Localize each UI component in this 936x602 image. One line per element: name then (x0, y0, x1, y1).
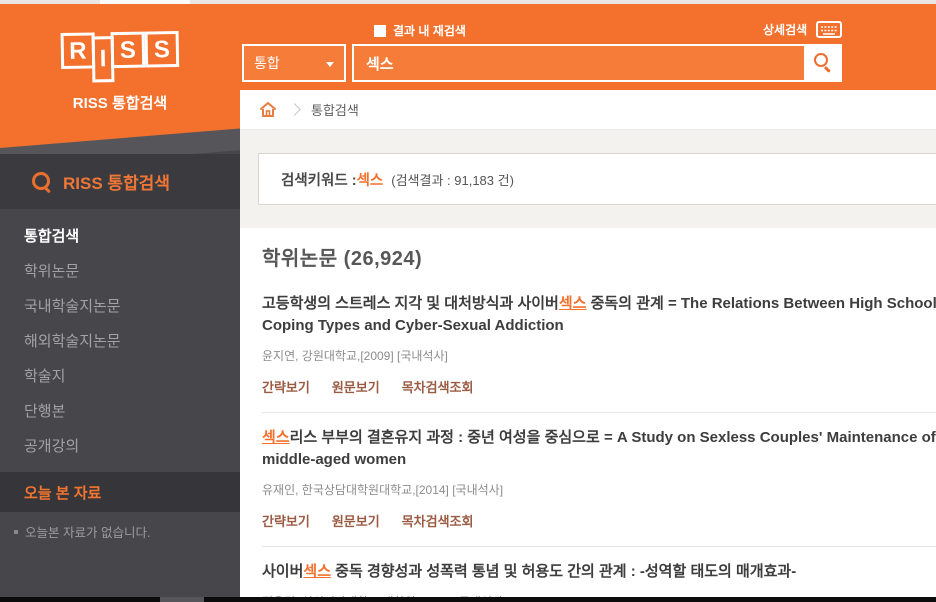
today-viewed-title: 오늘 본 자료 (24, 484, 102, 502)
result-title-line2[interactable]: Coping Types and Cyber-Sexual Addiction (262, 315, 936, 337)
brief-view-link[interactable]: 간략보기 (262, 511, 310, 530)
search-scope-value: 통합 (254, 55, 280, 71)
fulltext-view-link[interactable]: 원문보기 (332, 377, 380, 396)
toc-search-link[interactable]: 목차검색조회 (402, 511, 474, 530)
title-text: 사이버 (262, 563, 304, 580)
rescope-option[interactable]: 결과 내 재검색 (374, 22, 466, 39)
title-text: 중독의 관계 = The Relations Between High Scho… (586, 295, 936, 312)
rescope-checkbox[interactable] (374, 24, 386, 37)
title-text: 중독 경향성과 성폭력 통념 및 허용도 간의 관계 : -성역할 태도의 매개… (331, 563, 797, 580)
sidebar-search-title: RISS 통합검색 (0, 154, 240, 209)
result-item: 사이버섹스 중독 경향성과 성폭력 통념 및 허용도 간의 관계 : -성역할 … (262, 546, 936, 602)
chevron-right-icon (288, 103, 301, 116)
advanced-search-label[interactable]: 상세검색 (763, 21, 807, 38)
logo-caption: RISS 통합검색 (72, 95, 168, 112)
breadcrumb-current: 통합검색 (311, 103, 359, 118)
result-item: 고등학생의 스트레스 지각 및 대처방식과 사이버섹스 중독의 관계 = The… (262, 293, 936, 396)
rescope-label: 결과 내 재검색 (393, 24, 466, 38)
title-highlight: 섹스 (558, 295, 587, 312)
result-meta: 윤지연, 강원대학교,[2009] [국내석사] (262, 349, 448, 363)
search-input[interactable] (354, 46, 840, 80)
sidebar-item-overseas-journals[interactable]: 해외학술지논문 (0, 323, 240, 358)
home-icon[interactable] (258, 100, 278, 119)
sidebar-item-integrated-search[interactable]: 통합검색 (0, 218, 240, 253)
keyword-value: 섹스 (356, 172, 384, 189)
result-item: 섹스리스 부부의 결혼유지 과정 : 중년 여성을 중심으로 = A Study… (262, 412, 936, 530)
title-highlight: 섹스 (303, 563, 332, 580)
sidebar-item-open-lectures[interactable]: 공개강의 (0, 428, 240, 463)
chevron-down-icon (326, 62, 334, 67)
result-links: 간략보기 원문보기 목차검색조회 (262, 511, 936, 530)
today-viewed-empty-text: 오늘본 자료가 없습니다. (25, 526, 151, 540)
toc-search-link[interactable]: 목차검색조회 (402, 377, 474, 396)
search-icon (32, 172, 51, 191)
result-title-line2[interactable]: middle-aged women (262, 449, 936, 471)
bullet-icon (14, 529, 18, 534)
search-scope-dropdown[interactable]: 통합 (242, 44, 346, 82)
sidebar-item-theses[interactable]: 학위논문 (0, 253, 240, 288)
result-count: (검색결과 : 91,183 건) (391, 172, 514, 188)
sidebar-menu: 통합검색 학위논문 국내학술지논문 해외학술지논문 학술지 단행본 공개강의 연… (0, 218, 240, 498)
result-title[interactable]: 고등학생의 스트레스 지각 및 대처방식과 사이버섹스 중독의 관계 = The… (262, 293, 936, 315)
results-panel: 학위논문 (26,924) 고등학생의 스트레스 지각 및 대처방식과 사이버섹… (240, 228, 936, 602)
search-button[interactable] (804, 46, 840, 80)
logo-letter: S (144, 30, 180, 68)
sidebar-search-title-label: RISS 통합검색 (63, 174, 170, 193)
result-links: 간략보기 원문보기 목차검색조회 (262, 377, 936, 396)
sidebar: R I S S RISS 통합검색 RISS 통합검색 통합검색 학위논문 국내… (0, 4, 240, 602)
bottom-bar (0, 597, 936, 602)
title-text: 고등학생의 스트레스 지각 및 대처방식과 사이버 (262, 295, 559, 312)
result-meta: 유재인, 한국상담대학원대학교,[2014] [국내석사] (262, 483, 504, 497)
result-title[interactable]: 사이버섹스 중독 경향성과 성폭력 통념 및 허용도 간의 관계 : -성역할 … (262, 561, 936, 583)
keyword-label: 검색키워드 : (281, 172, 357, 189)
section-title: 학위논문 (26,924) (262, 248, 423, 270)
search-icon (813, 53, 831, 70)
keyword-summary-box: 검색키워드 : 섹스 (검색결과 : 91,183 건) (258, 153, 936, 205)
bottom-bar-segment (160, 597, 204, 602)
logo-letter: R (60, 32, 96, 70)
sidebar-item-books[interactable]: 단행본 (0, 393, 240, 428)
keyboard-icon[interactable] (816, 21, 843, 38)
sidebar-item-domestic-journals[interactable]: 국내학술지논문 (0, 288, 240, 323)
logo-letter: S (110, 31, 146, 69)
fulltext-view-link[interactable]: 원문보기 (332, 511, 380, 530)
riss-logo[interactable]: R I S S (60, 30, 180, 83)
search-box (352, 44, 842, 82)
title-highlight: 섹스 (262, 429, 290, 446)
today-viewed-section: 오늘 본 자료 (0, 472, 240, 512)
title-text: 리스 부부의 결혼유지 과정 : 중년 여성을 중심으로 = A Study o… (289, 429, 936, 446)
advanced-search[interactable]: 상세검색 (763, 21, 843, 38)
today-viewed-empty: 오늘본 자료가 없습니다. (0, 522, 240, 541)
result-title[interactable]: 섹스리스 부부의 결혼유지 과정 : 중년 여성을 중심으로 = A Study… (262, 427, 936, 449)
breadcrumb: 통합검색 (240, 90, 936, 130)
brief-view-link[interactable]: 간략보기 (262, 377, 310, 396)
sidebar-item-journals[interactable]: 학술지 (0, 358, 240, 393)
